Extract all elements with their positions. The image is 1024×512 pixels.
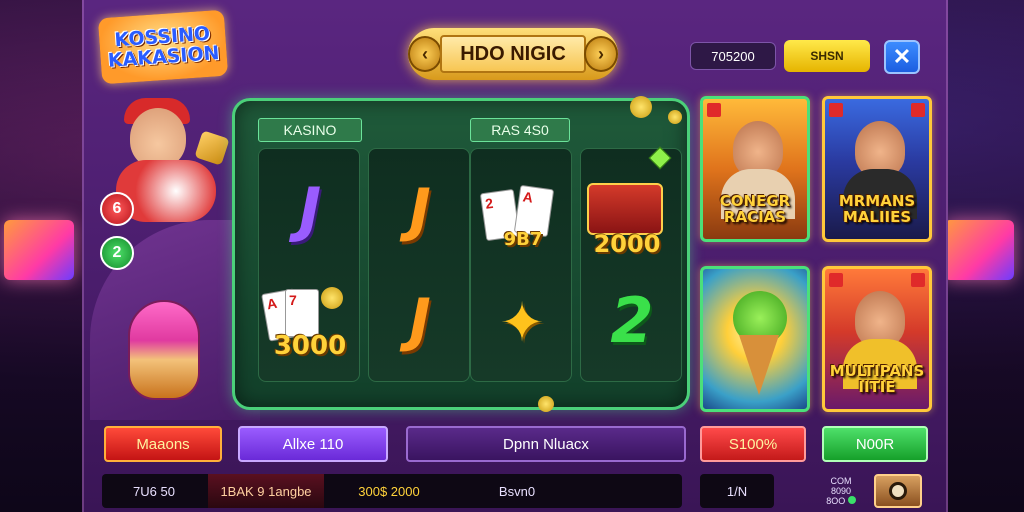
game-card-1[interactable]: CONEGR RACIAS [700, 96, 810, 242]
percent-button[interactable]: S100% [700, 426, 806, 462]
arcade-screen [944, 220, 1014, 280]
arcade-screen [4, 220, 74, 280]
game-card-title: MRMANS MALIIES [838, 192, 916, 226]
mini-stat-2: 8090 [830, 486, 852, 496]
reel-1: J A 7 3000 [258, 148, 360, 382]
casino-logo: KOSSINO KAKASION [97, 9, 229, 85]
slot-label-right: RAS 4S0 [470, 118, 570, 142]
treasure-box-icon [587, 183, 663, 235]
camera-icon[interactable] [874, 474, 922, 508]
chevron-right-icon[interactable]: › [584, 36, 618, 72]
game-title: HDO NIGIC [440, 35, 586, 73]
dpnn-button[interactable]: Dpnn Nluacx [406, 426, 686, 462]
game-card-title: CONEGR RACIAS [719, 192, 791, 226]
status-cell-4: Bsvn0 [498, 483, 536, 499]
cone-icon [739, 335, 779, 395]
prize-amount: 3000 [273, 331, 347, 361]
game-card-2[interactable]: MRMANS MALIIES [822, 96, 932, 242]
title-banner: ‹ HDO NIGIC › [408, 28, 618, 80]
mini-stat-3: 8OO [816, 496, 866, 506]
mini-stats: COM 8090 8OO [816, 476, 866, 506]
left-casino-backdrop [0, 0, 90, 512]
reel-symbol: J [298, 175, 322, 245]
reel-symbol: J [409, 176, 431, 244]
online-dot-icon [847, 496, 856, 504]
badge-icon [911, 103, 925, 117]
mascot [130, 108, 186, 168]
status-cell-2: 1BAK 9 1angbe [208, 474, 324, 508]
chevron-left-icon[interactable]: ‹ [408, 36, 442, 72]
reel-3: 2 A 9B7 ✦ [470, 148, 572, 382]
badge-icon [829, 103, 843, 117]
mini-stat-1: COM [830, 476, 852, 486]
close-icon[interactable]: ✕ [884, 40, 920, 74]
balance-display: 705200 [690, 42, 776, 70]
shop-button[interactable]: SHSN [784, 40, 870, 72]
gold-coin-icon [538, 396, 554, 412]
game-card-4[interactable]: MULTIPANS IITIE [822, 266, 932, 412]
slot-label-left: KASINO [258, 118, 362, 142]
reel-symbol: J [409, 286, 431, 354]
gold-coin-icon [668, 110, 682, 124]
red-chip-button[interactable]: 6 [100, 192, 134, 226]
maaons-button[interactable]: Maaons [104, 426, 222, 462]
noor-button[interactable]: N00R [822, 426, 928, 462]
prize-amount: 9B7 [503, 228, 543, 250]
card-icon: 7 [285, 289, 319, 337]
reel-4: 2000 2 [580, 148, 682, 382]
badge-icon [911, 273, 925, 287]
allxe-button[interactable]: Allxe 110 [238, 426, 388, 462]
badge-icon [829, 273, 843, 287]
skull-coin-icon [321, 287, 343, 309]
badge-icon [707, 103, 721, 117]
reel-symbol: 2 [610, 283, 654, 357]
gold-coin-icon [630, 96, 652, 118]
status-cell-1: 7U6 50 [133, 483, 175, 499]
green-chip-button[interactable]: 2 [100, 236, 134, 270]
prize-amount: 2000 [593, 230, 661, 258]
cupcake-creature [128, 300, 200, 400]
gold-leaf-icon: ✦ [499, 290, 545, 354]
status-cell-3: 300$ 2000 [358, 483, 420, 499]
game-card-3[interactable] [700, 266, 810, 412]
reel-2: J J [368, 148, 470, 382]
status-right: 1/N [700, 474, 774, 508]
game-card-title: MULTIPANS IITIE [829, 362, 925, 396]
